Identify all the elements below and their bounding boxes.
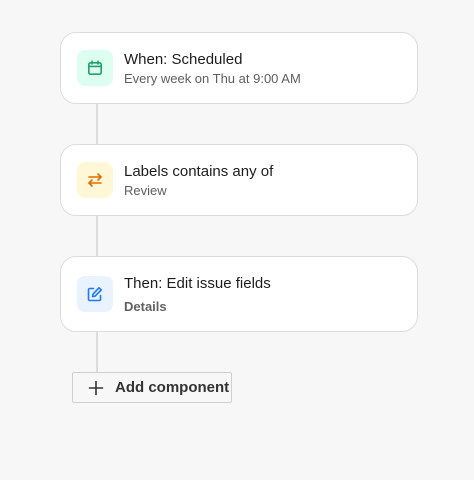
action-title: Then: Edit issue fields bbox=[124, 275, 271, 292]
trigger-card[interactable]: When: Scheduled Every week on Thu at 9:0… bbox=[60, 32, 418, 104]
trigger-subtitle: Every week on Thu at 9:00 AM bbox=[124, 71, 301, 86]
calendar-icon bbox=[87, 60, 102, 75]
flow-connector bbox=[96, 103, 98, 145]
condition-subtitle: Review bbox=[124, 183, 167, 198]
condition-title: Labels contains any of bbox=[124, 163, 274, 180]
action-icon-box bbox=[77, 276, 113, 312]
swap-arrows-icon bbox=[88, 173, 102, 187]
flow-connector bbox=[96, 331, 98, 372]
edit-icon bbox=[87, 287, 102, 302]
trigger-title: When: Scheduled bbox=[124, 51, 243, 68]
flow-connector bbox=[96, 215, 98, 257]
plus-icon bbox=[88, 380, 104, 396]
add-component-button[interactable]: Add component bbox=[72, 372, 232, 403]
action-card[interactable]: Then: Edit issue fields Details bbox=[60, 256, 418, 332]
trigger-icon-box bbox=[77, 50, 113, 86]
action-details: Details bbox=[124, 299, 167, 314]
condition-icon-box bbox=[77, 162, 113, 198]
condition-card[interactable]: Labels contains any of Review bbox=[60, 144, 418, 216]
add-component-label: Add component bbox=[115, 379, 230, 396]
